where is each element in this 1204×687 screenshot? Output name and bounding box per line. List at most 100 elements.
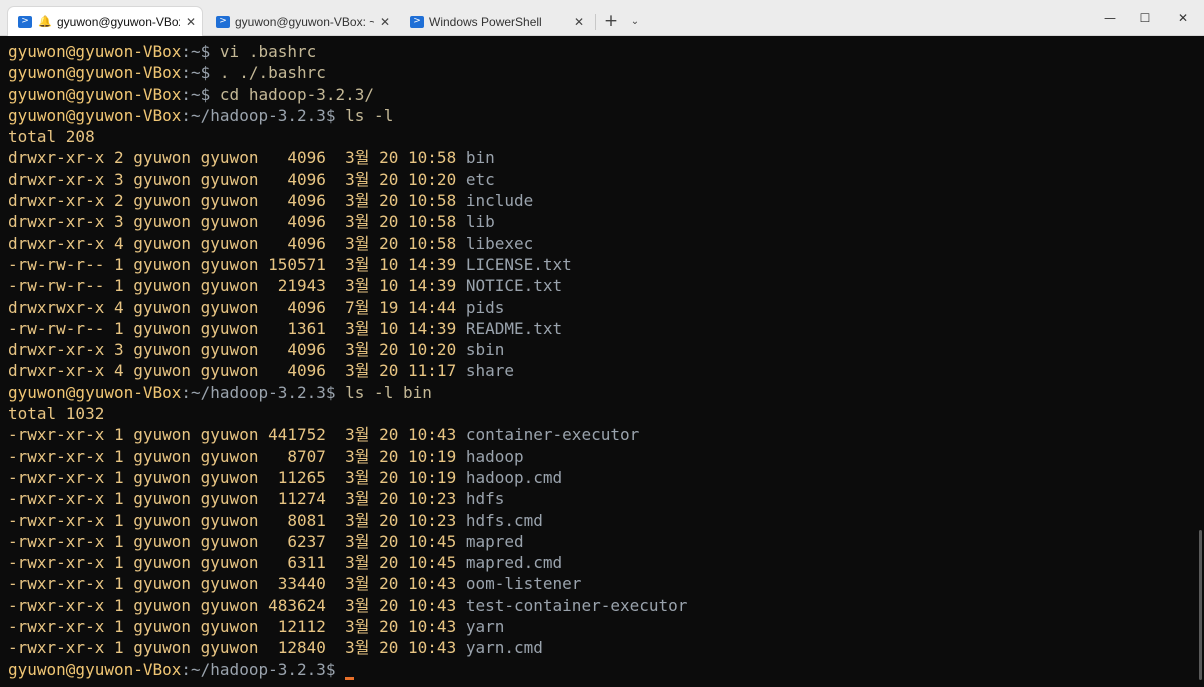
- terminal-line: -rwxr-xr-x 1 gyuwon gyuwon 12840 3월 20 1…: [8, 637, 1204, 658]
- terminal-line: drwxr-xr-x 3 gyuwon gyuwon 4096 3월 20 10…: [8, 169, 1204, 190]
- file-name: hdfs.cmd: [465, 510, 543, 530]
- terminal-line: gyuwon@gyuwon-VBox:~/hadoop-3.2.3$: [8, 659, 1204, 680]
- bell-icon: 🔔: [38, 15, 52, 28]
- tab-2-label: gyuwon@gyuwon-VBox: ~/ha: [235, 14, 374, 29]
- output-text: drwxr-xr-x 2 gyuwon gyuwon 4096 3월 20 10…: [8, 191, 466, 211]
- tab-3[interactable]: > Windows PowerShell ✕: [400, 7, 590, 36]
- terminal-line: -rwxr-xr-x 1 gyuwon gyuwon 11265 3월 20 1…: [8, 467, 1204, 488]
- terminal-line: -rw-rw-r-- 1 gyuwon gyuwon 150571 3월 10 …: [8, 254, 1204, 275]
- output-text: -rwxr-xr-x 1 gyuwon gyuwon 12840 3월 20 1…: [8, 638, 466, 658]
- close-window-button[interactable]: ✕: [1163, 0, 1203, 36]
- output-text: drwxr-xr-x 3 gyuwon gyuwon 4096 3월 20 10…: [8, 212, 466, 232]
- tab-1[interactable]: > 🔔 gyuwon@gyuwon-VBox: ✕: [8, 7, 202, 36]
- file-name: libexec: [465, 233, 534, 253]
- terminal-output[interactable]: gyuwon@gyuwon-VBox:~$ vi .bashrc gyuwon@g…: [0, 36, 1204, 687]
- terminal-line: -rwxr-xr-x 1 gyuwon gyuwon 6311 3월 20 10…: [8, 552, 1204, 573]
- output-text: -rwxr-xr-x 1 gyuwon gyuwon 12112 3월 20 1…: [8, 617, 466, 637]
- close-tab-3-button[interactable]: ✕: [568, 15, 590, 29]
- chevron-down-icon[interactable]: ⌄: [626, 12, 644, 32]
- scrollbar-thumb[interactable]: [1199, 530, 1202, 680]
- terminal-line: gyuwon@gyuwon-VBox:~/hadoop-3.2.3$ ls -l: [8, 105, 1204, 126]
- terminal-line: drwxr-xr-x 4 gyuwon gyuwon 4096 3월 20 11…: [8, 360, 1204, 381]
- terminal-line: gyuwon@gyuwon-VBox:~$ cd hadoop-3.2.3/: [8, 84, 1204, 105]
- prompt-symbol: $: [325, 105, 346, 125]
- terminal-line: -rwxr-xr-x 1 gyuwon gyuwon 6237 3월 20 10…: [8, 531, 1204, 552]
- terminal-line: drwxr-xr-x 2 gyuwon gyuwon 4096 3월 20 10…: [8, 190, 1204, 211]
- command-text: vi .bashrc: [219, 42, 317, 61]
- output-text: -rwxr-xr-x 1 gyuwon gyuwon 11274 3월 20 1…: [8, 489, 466, 509]
- terminal-line: drwxr-xr-x 2 gyuwon gyuwon 4096 3월 20 10…: [8, 147, 1204, 168]
- terminal-line: drwxr-xr-x 3 gyuwon gyuwon 4096 3월 20 10…: [8, 211, 1204, 232]
- output-text: -rwxr-xr-x 1 gyuwon gyuwon 6311 3월 20 10…: [8, 553, 466, 573]
- output-text: drwxr-xr-x 2 gyuwon gyuwon 4096 3월 20 10…: [8, 148, 466, 168]
- new-tab-button[interactable]: +: [600, 11, 622, 33]
- prompt-user: gyuwon@gyuwon-VBox: [8, 105, 182, 125]
- output-text: -rw-rw-r-- 1 gyuwon gyuwon 1361 3월 10 14…: [8, 318, 466, 338]
- terminal-line: total 1032: [8, 403, 1204, 424]
- powershell-icon: >: [410, 15, 424, 28]
- close-tab-2-button[interactable]: ✕: [374, 15, 396, 29]
- terminal-line: -rwxr-xr-x 1 gyuwon gyuwon 8707 3월 20 10…: [8, 446, 1204, 467]
- command-text: cd hadoop-3.2.3/: [219, 84, 375, 104]
- command-text: ls -l bin: [345, 382, 432, 402]
- file-name: mapred: [465, 531, 524, 551]
- prompt-symbol: $: [200, 63, 220, 83]
- prompt-path: :~: [181, 63, 201, 83]
- command-text: . ./.bashrc: [219, 63, 326, 83]
- prompt-user: gyuwon@gyuwon-VBox: [8, 63, 182, 83]
- file-name: bin: [465, 148, 495, 168]
- output-text: -rwxr-xr-x 1 gyuwon gyuwon 33440 3월 20 1…: [8, 574, 466, 594]
- prompt-user: gyuwon@gyuwon-VBox: [8, 84, 182, 104]
- file-name: container-executor: [465, 425, 640, 445]
- file-name: LICENSE.txt: [465, 254, 572, 274]
- tab-2[interactable]: > gyuwon@gyuwon-VBox: ~/ha ✕: [206, 7, 396, 36]
- powershell-icon: >: [18, 15, 32, 28]
- output-text: -rwxr-xr-x 1 gyuwon gyuwon 8081 3월 20 10…: [8, 510, 466, 530]
- terminal-line: -rwxr-xr-x 1 gyuwon gyuwon 11274 3월 20 1…: [8, 488, 1204, 509]
- file-name: yarn: [465, 617, 505, 637]
- powershell-icon: >: [216, 15, 230, 28]
- file-name: mapred.cmd: [465, 553, 563, 573]
- terminal-line: -rwxr-xr-x 1 gyuwon gyuwon 33440 3월 20 1…: [8, 573, 1204, 594]
- prompt-symbol: $: [200, 42, 220, 61]
- output-text: -rw-rw-r-- 1 gyuwon gyuwon 21943 3월 10 1…: [8, 276, 466, 296]
- tab-bar: > 🔔 gyuwon@gyuwon-VBox: ✕ > gyuwon@gyuwo…: [0, 0, 1204, 36]
- terminal-line: drwxr-xr-x 4 gyuwon gyuwon 4096 3월 20 10…: [8, 233, 1204, 254]
- output-text: -rwxr-xr-x 1 gyuwon gyuwon 483624 3월 20 …: [8, 595, 466, 615]
- file-name: oom-listener: [465, 574, 582, 594]
- tab-1-label: gyuwon@gyuwon-VBox:: [57, 14, 180, 29]
- output-text: total 208: [8, 127, 95, 147]
- terminal-line: -rwxr-xr-x 1 gyuwon gyuwon 483624 3월 20 …: [8, 595, 1204, 616]
- terminal-line: gyuwon@gyuwon-VBox:~/hadoop-3.2.3$ ls -l…: [8, 382, 1204, 403]
- output-text: drwxr-xr-x 4 gyuwon gyuwon 4096 3월 20 10…: [8, 233, 466, 253]
- output-text: drwxr-xr-x 3 gyuwon gyuwon 4096 3월 20 10…: [8, 340, 466, 360]
- terminal-line: total 208: [8, 126, 1204, 147]
- terminal-line: -rw-rw-r-- 1 gyuwon gyuwon 1361 3월 10 14…: [8, 318, 1204, 339]
- maximize-button[interactable]: ☐: [1125, 0, 1165, 36]
- close-tab-1-button[interactable]: ✕: [180, 15, 202, 29]
- file-name: share: [465, 361, 515, 381]
- prompt-user: gyuwon@gyuwon-VBox: [8, 42, 182, 61]
- scrollbar[interactable]: [1198, 40, 1202, 680]
- minimize-button[interactable]: —: [1090, 0, 1130, 36]
- terminal-line: -rwxr-xr-x 1 gyuwon gyuwon 441752 3월 20 …: [8, 424, 1204, 445]
- file-name: README.txt: [465, 318, 563, 338]
- terminal-line: -rwxr-xr-x 1 gyuwon gyuwon 12112 3월 20 1…: [8, 616, 1204, 637]
- output-text: total 1032: [8, 404, 105, 424]
- tab-3-label: Windows PowerShell: [429, 14, 542, 29]
- prompt-user: gyuwon@gyuwon-VBox: [8, 382, 182, 402]
- output-text: drwxrwxr-x 4 gyuwon gyuwon 4096 7월 19 14…: [8, 297, 466, 317]
- prompt-path: :~: [181, 84, 201, 104]
- output-text: -rwxr-xr-x 1 gyuwon gyuwon 441752 3월 20 …: [8, 425, 466, 445]
- cursor: [345, 676, 355, 680]
- prompt-path: :~: [181, 42, 201, 61]
- terminal-line: -rwxr-xr-x 1 gyuwon gyuwon 8081 3월 20 10…: [8, 510, 1204, 531]
- output-text: -rwxr-xr-x 1 gyuwon gyuwon 11265 3월 20 1…: [8, 467, 466, 487]
- terminal-line: -rw-rw-r-- 1 gyuwon gyuwon 21943 3월 10 1…: [8, 275, 1204, 296]
- file-name: hdfs: [465, 489, 505, 509]
- file-name: include: [465, 191, 534, 211]
- file-name: sbin: [465, 340, 505, 360]
- prompt-user: gyuwon@gyuwon-VBox: [8, 659, 182, 679]
- tab-separator: [595, 14, 596, 30]
- output-text: -rwxr-xr-x 1 gyuwon gyuwon 6237 3월 20 10…: [8, 531, 466, 551]
